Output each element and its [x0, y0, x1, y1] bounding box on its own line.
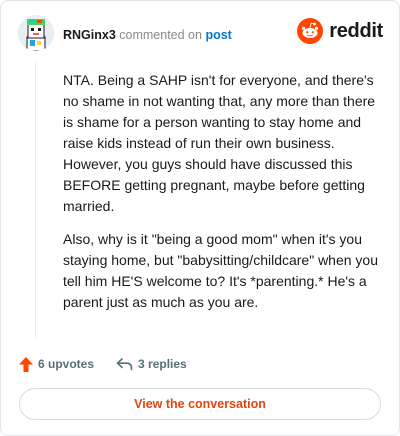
reddit-logo[interactable]: reddit: [297, 18, 383, 44]
comment-body: NTA. Being a SAHP isn't for everyone, an…: [63, 70, 383, 325]
upvote-arrow-icon: [19, 356, 33, 372]
user-avatar[interactable]: [18, 15, 54, 51]
thread-line: [35, 61, 36, 339]
view-conversation-label: View the conversation: [134, 397, 266, 411]
comment-header: RNGinx3 commented on post reddit: [18, 15, 383, 51]
replies-label: 3 replies: [138, 357, 187, 371]
username[interactable]: RNGinx3: [63, 28, 116, 42]
reddit-snoo-icon: [297, 18, 324, 44]
reply-arrow-icon: [116, 358, 133, 371]
brand-wordmark: reddit: [329, 19, 383, 42]
comment-meta: RNGinx3 commented on post: [63, 27, 232, 43]
comment-paragraph: NTA. Being a SAHP isn't for everyone, an…: [63, 72, 376, 214]
pixel-avatar-icon: [18, 15, 54, 51]
post-link[interactable]: post: [205, 28, 231, 42]
comment-paragraph: Also, why is it "being a good mom" when …: [63, 231, 379, 310]
view-conversation-button[interactable]: View the conversation: [19, 388, 381, 420]
upvotes-label: 6 upvotes: [38, 357, 95, 371]
upvotes-stat[interactable]: 6 upvotes: [19, 356, 95, 372]
action-text: commented on: [119, 28, 202, 42]
comment-footer: 6 upvotes 3 replies: [19, 354, 383, 374]
replies-stat[interactable]: 3 replies: [116, 357, 187, 371]
embedded-comment-card: RNGinx3 commented on post reddit NTA. Be…: [0, 0, 400, 436]
